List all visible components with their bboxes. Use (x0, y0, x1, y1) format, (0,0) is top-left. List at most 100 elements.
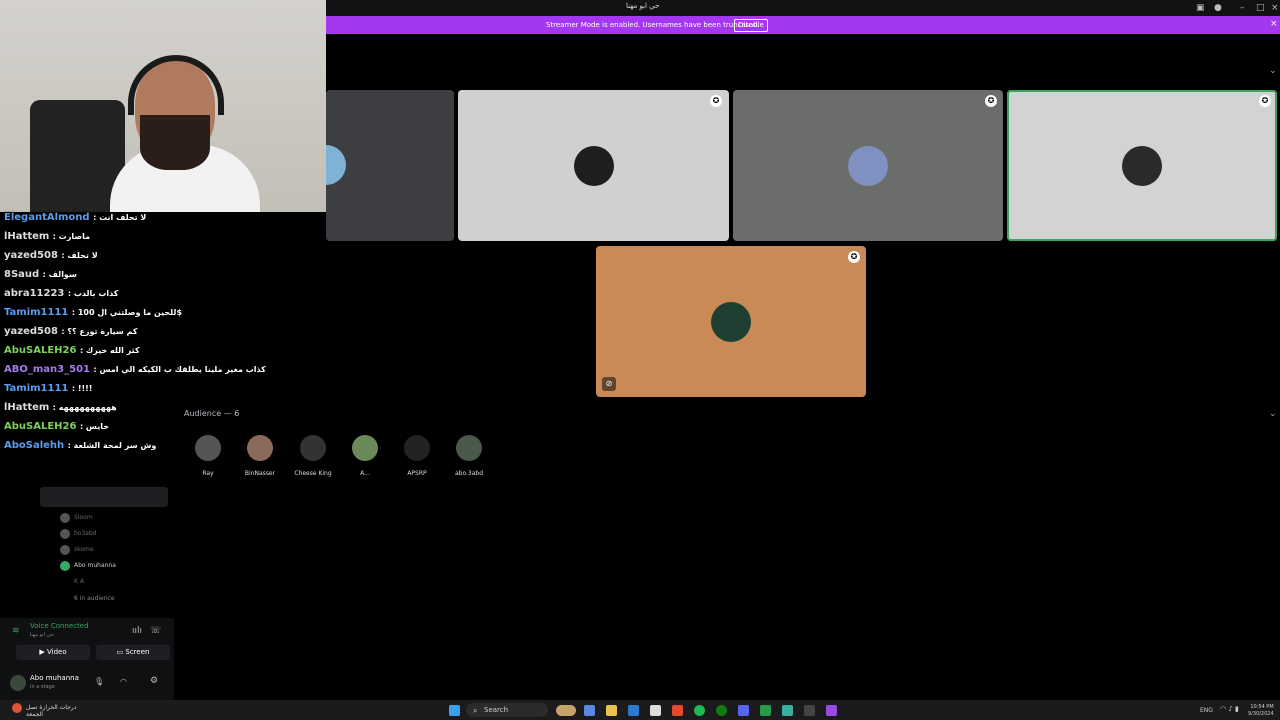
avatar (300, 435, 326, 461)
screen-share-button[interactable]: ▭ Screen (96, 645, 170, 660)
chevron-down-icon[interactable]: ⌄ (1269, 409, 1277, 419)
disable-streamer-mode-button[interactable]: Disable (734, 19, 768, 32)
maximize-button[interactable]: □ (1256, 3, 1265, 13)
taskbar-search[interactable]: Search (466, 703, 548, 717)
speaker-avatar (848, 146, 888, 186)
chat-message: AboSalehh : وش سر لمحة الشلعة (4, 440, 157, 451)
moderator-icon: ✪ (848, 251, 860, 263)
chat-message: abra11223 : كذاب بالدب (4, 288, 119, 299)
app-icon[interactable] (804, 705, 815, 716)
chat-message: ABO_man3_501 : كذاب مغير ملينا يطلقك ب ا… (4, 364, 266, 375)
avatar (195, 435, 221, 461)
noise-suppression-icon[interactable]: ıılı (132, 626, 142, 636)
stage-tile-speaking[interactable]: ✪ (1007, 90, 1277, 241)
webcam-person-beard (140, 115, 210, 170)
clock[interactable]: 10:54 PM 9/30/2024 (1248, 704, 1274, 718)
xbox-icon[interactable] (716, 705, 727, 716)
window-title: حي ابو مهنا (626, 2, 660, 10)
avatar (247, 435, 273, 461)
chat-message: lHattem : ههههههههههه (4, 402, 117, 413)
voice-channel-name: حي ابو مهنا (30, 632, 54, 638)
search-icon: ⌕ (473, 706, 478, 715)
channel-member[interactable]: bo3abd (74, 530, 97, 537)
avatar (60, 513, 70, 523)
copilot-icon[interactable] (584, 705, 595, 716)
streamer-mode-banner (326, 16, 1280, 34)
spotify-icon[interactable] (694, 705, 705, 716)
moderator-icon: ✪ (1259, 95, 1271, 107)
audience-member[interactable]: Ray (182, 435, 234, 477)
stage-tile-speaker[interactable]: ✪ (458, 90, 729, 241)
avatar (60, 529, 70, 539)
chat-message: Tamim1111 : !!!! (4, 383, 93, 394)
speaker-avatar (326, 145, 346, 185)
webcam-overlay (0, 0, 326, 212)
moderator-icon: ✪ (985, 95, 997, 107)
speaker-avatar (711, 302, 751, 342)
chevron-down-icon[interactable]: ⌄ (1269, 66, 1277, 76)
headphones-icon[interactable]: ◠ (120, 677, 127, 686)
weather-icon[interactable] (12, 703, 22, 713)
discord-icon[interactable] (738, 705, 749, 716)
store-icon[interactable] (650, 705, 661, 716)
stage-tile-speaker[interactable]: ✪ (733, 90, 1003, 241)
file-explorer-icon[interactable] (606, 705, 617, 716)
title-bar (326, 0, 1280, 16)
outlook-icon[interactable] (628, 705, 639, 716)
app-icon[interactable] (760, 705, 771, 716)
windows-start-icon[interactable] (449, 705, 460, 716)
microphone-icon[interactable]: 🎙 (94, 677, 104, 686)
disconnect-icon[interactable]: ☏ (150, 626, 161, 636)
audience-member[interactable]: Cheese King (287, 435, 339, 477)
avatar (60, 545, 70, 555)
brave-icon[interactable] (672, 705, 683, 716)
avatar (352, 435, 378, 461)
voice-status[interactable]: Voice Connected (30, 622, 89, 630)
inbox-icon[interactable]: ▣ (1196, 3, 1205, 13)
stage-tile-partial[interactable] (326, 90, 454, 241)
minimize-button[interactable]: – (1240, 3, 1245, 13)
stage-tile-speaker[interactable]: ✪ ⊘ (596, 246, 866, 397)
camera-icon: ▶ (39, 648, 47, 656)
channel-member[interactable]: K A (74, 578, 84, 585)
obs-icon[interactable] (826, 705, 837, 716)
channel-member[interactable]: Abo muhanna (74, 562, 116, 569)
avatar (404, 435, 430, 461)
widgets-icon[interactable] (556, 705, 576, 716)
audience-count-link[interactable]: 6 in audience (74, 595, 115, 602)
channel-member[interactable]: Sloom (74, 514, 93, 521)
taskbar (0, 700, 1280, 720)
avatar[interactable] (10, 675, 26, 691)
audience-member[interactable]: BinNasser (234, 435, 286, 477)
video-button[interactable]: ▶ Video (16, 645, 90, 660)
weather-widget[interactable]: درجات الحرارة تصل الجمعة (26, 704, 76, 718)
voice-channel-active[interactable] (40, 487, 168, 507)
muted-mic-icon: ⊘ (602, 377, 616, 391)
speaker-avatar (574, 146, 614, 186)
wifi-icon[interactable]: ◠ ♪ ▮ (1220, 705, 1239, 713)
close-banner-icon[interactable]: × (1270, 19, 1278, 29)
avatar (60, 561, 70, 571)
user-name[interactable]: Abo muhanna (30, 674, 79, 682)
help-icon[interactable]: ● (1214, 3, 1222, 13)
moderator-icon: ✪ (710, 95, 722, 107)
chat-message: yazed508 : لا تحلف (4, 250, 98, 261)
channel-member[interactable]: skome (74, 546, 94, 553)
chat-message: ElegantAlmond : لا تحلف انت (4, 212, 147, 223)
audience-member[interactable]: abo.3abd (443, 435, 495, 477)
chat-message: AbuSALEH26 : كثر الله خيرك (4, 345, 140, 356)
chat-message: 8Saud : سوالف (4, 269, 77, 280)
close-window-button[interactable]: × (1271, 3, 1279, 13)
streamer-mode-text: Streamer Mode is enabled. Usernames have… (546, 21, 760, 29)
chat-message: yazed508 : كم سيارة توزع ؟؟ (4, 326, 138, 337)
avatar (456, 435, 482, 461)
speaker-avatar (1122, 146, 1162, 186)
audience-header[interactable]: Audience — 6 (184, 409, 239, 418)
audience-member[interactable]: A... (339, 435, 391, 477)
audience-member[interactable]: APSRP (391, 435, 443, 477)
gear-icon[interactable]: ⚙ (150, 676, 158, 686)
app-icon[interactable] (782, 705, 793, 716)
chat-message: Tamim1111 : للحين ما وصلتني ال 100$ (4, 307, 183, 318)
language-indicator[interactable]: ENG (1200, 707, 1213, 714)
chat-message: lHattem : ماصارت (4, 231, 91, 242)
